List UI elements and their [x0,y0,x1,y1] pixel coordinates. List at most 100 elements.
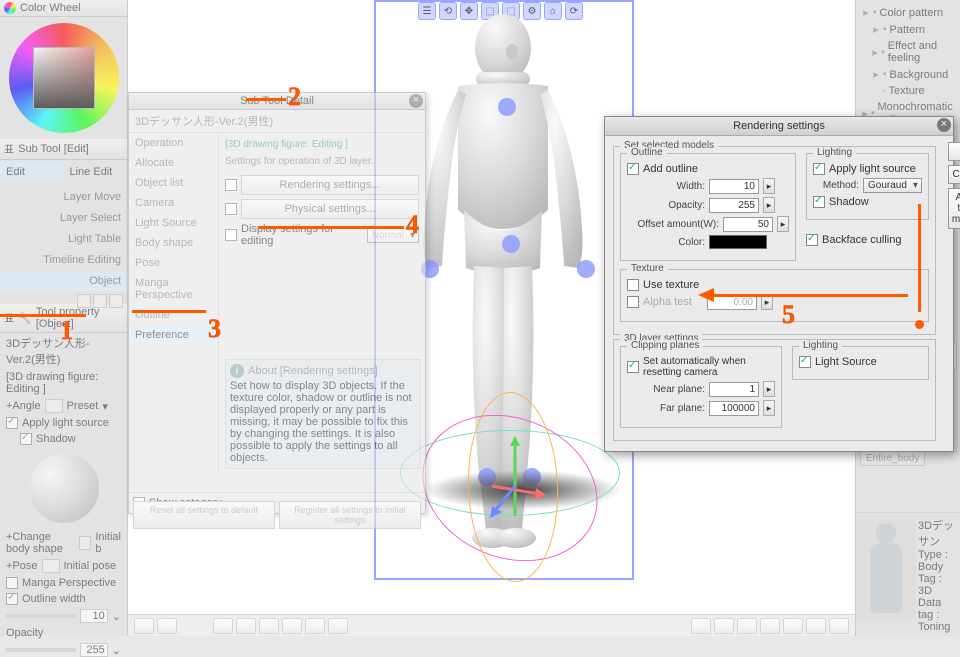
joint-hand-r[interactable] [577,260,595,278]
std-cat-preference[interactable]: Preference [129,325,218,345]
stepper-icon[interactable]: ▸ [761,294,773,310]
use-texture-check[interactable] [627,279,639,291]
shadow-check[interactable] [813,196,825,208]
subtool-item[interactable]: Light Table [0,229,127,250]
joint-neck[interactable] [498,98,516,116]
reset-defaults-button[interactable]: Reset all settings to default [133,501,275,529]
bbtn-icon[interactable] [783,618,803,634]
tool-property-panel-title[interactable]: 표 🔧 Tool property [Object] [0,304,127,333]
std-cat-allocate[interactable]: Allocate [129,153,218,173]
stepper-icon[interactable]: ▸ [777,216,789,232]
stepper-icon[interactable]: ▸ [763,197,775,213]
std-cat-camera[interactable]: Camera [129,193,218,213]
far-plane-input[interactable] [709,401,759,416]
left-panel-column: Color Wheel 표 Sub Tool [Edit] Edit Line … [0,0,128,636]
subtool-line-edit[interactable]: Line Edit [64,162,128,183]
opacity-value[interactable]: 255 [80,643,108,657]
palette-titlebar[interactable]: Sub Tool Detail × [129,93,425,110]
physical-settings-button[interactable]: Physical settings... [241,199,419,219]
rendering-settings-button[interactable]: Rendering settings... [241,175,419,195]
std-cat-outline[interactable]: Outline [129,305,218,325]
stepper-icon[interactable]: ▸ [763,400,775,416]
subtool-item[interactable]: Timeline Editing [0,250,127,271]
display-mode-select[interactable]: Normal [367,228,419,243]
render-settings-check[interactable] [225,179,237,191]
apply-to-all-button[interactable]: Apply to all models [948,188,960,229]
std-cat-bodyshape[interactable]: Body shape [129,233,218,253]
bbtn-icon[interactable] [829,618,849,634]
label[interactable]: +Pose [6,560,38,572]
display-settings-check[interactable] [225,229,237,241]
outline-color-swatch[interactable] [709,235,767,249]
bbtn-icon[interactable] [328,618,348,634]
near-plane-input[interactable] [709,382,759,397]
tree-item[interactable]: ▸▪ Effect and feeling [856,38,960,66]
tree-item[interactable]: ▸▪ Color pattern [856,4,960,21]
apply-light-check[interactable] [6,417,18,429]
subtool-item[interactable]: Layer Move [0,187,127,208]
physical-settings-check[interactable] [225,203,237,215]
tp-angle-row[interactable]: +Angle Preset▾ [0,397,127,415]
ok-button[interactable]: OK [948,142,960,161]
outline-width-check[interactable] [6,593,18,605]
auto-reset-check[interactable] [627,361,639,373]
cancel-button[interactable]: Cancel [948,165,960,184]
gizmo-arrows[interactable] [480,436,550,526]
tree-item[interactable]: ▸▪ Pattern [856,21,960,38]
shadow-check[interactable] [20,433,32,445]
bbtn-icon[interactable] [714,618,734,634]
tree-item[interactable]: ▫ Texture [856,83,960,99]
rendering-settings-dialog[interactable]: Rendering settings × Set selected models… [604,116,954,452]
stepper-icon[interactable]: ▸ [763,178,775,194]
bbtn-icon[interactable] [282,618,302,634]
outline-offset-input[interactable] [723,217,773,232]
std-cat-mangapersp[interactable]: Manga Perspective [129,273,218,305]
chevron-down-icon[interactable]: ⌄ [112,644,121,657]
std-cat-lightsource[interactable]: Light Source [129,213,218,233]
add-outline-check[interactable] [627,163,639,175]
joint-pelvis[interactable] [502,235,520,253]
close-icon[interactable]: × [937,118,951,132]
outline-width-value[interactable]: 10 [80,609,108,623]
bbtn-icon[interactable] [157,618,177,634]
color-wheel-panel-title[interactable]: Color Wheel [0,0,127,17]
material-thumbnail[interactable] [856,519,916,619]
stepper-icon[interactable]: ▸ [763,381,775,397]
bbtn-icon[interactable] [259,618,279,634]
bbtn-icon[interactable] [213,618,233,634]
std-cat-objectlist[interactable]: Object list [129,173,218,193]
sub-tool-detail-palette[interactable]: Sub Tool Detail × 3Dデッサン人形-Ver.2(男性) Ope… [128,92,426,514]
apply-light-check[interactable] [813,163,825,175]
bbtn-icon[interactable] [236,618,256,634]
outline-width-input[interactable] [709,179,759,194]
alpha-test-input[interactable] [707,295,757,310]
bbtn-icon[interactable] [134,618,154,634]
backface-culling-check[interactable] [806,234,818,246]
chevron-down-icon[interactable]: ⌄ [112,610,121,623]
bbtn-icon[interactable] [305,618,325,634]
material-tag[interactable]: Entire_body [860,451,925,466]
light-source-check[interactable] [799,356,811,368]
subtool-edit[interactable]: Edit [0,162,64,183]
light-method-select[interactable]: Gouraud [863,178,922,193]
dialog-titlebar[interactable]: Rendering settings × [605,117,953,136]
subtool-item-object[interactable]: Object [0,271,127,292]
bbtn-icon[interactable] [760,618,780,634]
light-sphere-preview[interactable] [29,453,99,523]
close-icon[interactable]: × [409,94,423,108]
bbtn-icon[interactable] [737,618,757,634]
alpha-test-check[interactable] [627,296,639,308]
manga-persp-check[interactable] [6,577,18,589]
subtool-panel-title[interactable]: 표 Sub Tool [Edit] [0,139,127,160]
subtool-item[interactable]: Layer Select [0,208,127,229]
tree-item[interactable]: ▸▪ Background [856,66,960,83]
bbtn-icon[interactable] [806,618,826,634]
register-initial-button[interactable]: Register all settings to initial setting… [279,501,421,529]
std-cat-pose[interactable]: Pose [129,253,218,273]
std-cat-operation[interactable]: Operation [129,133,218,153]
label[interactable]: +Change body shape [6,531,75,555]
color-wheel[interactable] [9,23,119,133]
color-square[interactable] [33,47,95,109]
bbtn-icon[interactable] [691,618,711,634]
outline-opacity-input[interactable] [709,198,759,213]
